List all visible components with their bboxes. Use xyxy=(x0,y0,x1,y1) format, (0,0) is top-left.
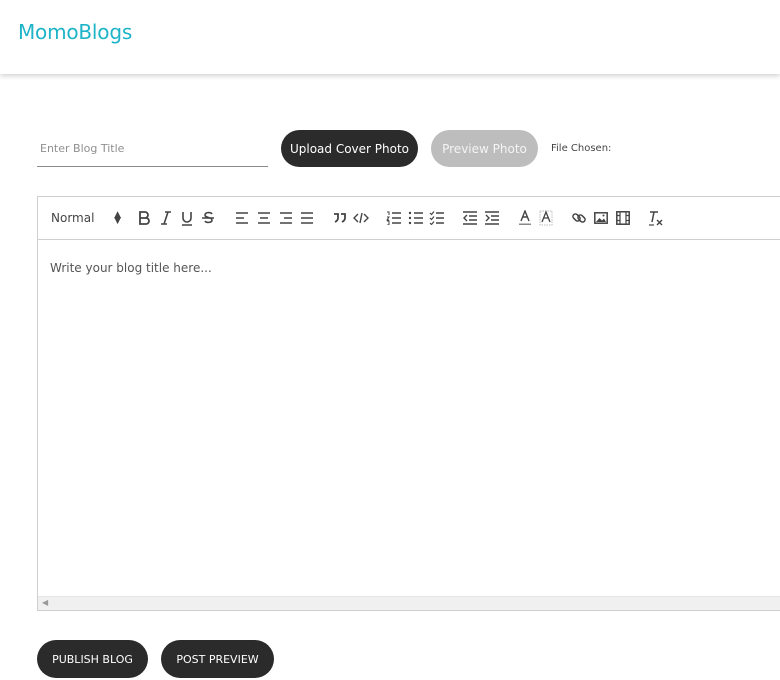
align-center-icon[interactable] xyxy=(256,208,272,228)
indent-icon[interactable] xyxy=(484,208,500,228)
bold-icon[interactable] xyxy=(136,208,152,228)
strike-icon[interactable] xyxy=(200,208,216,228)
bullet-list-icon[interactable] xyxy=(408,208,424,228)
editor-placeholder[interactable]: Write your blog title here... xyxy=(50,261,212,275)
preview-photo-button[interactable]: Preview Photo xyxy=(431,130,538,167)
image-icon[interactable] xyxy=(593,208,609,228)
upload-cover-photo-button[interactable]: Upload Cover Photo xyxy=(281,130,418,167)
horizontal-scrollbar[interactable]: ◀ xyxy=(38,596,780,610)
select-arrows-icon: ▲ ▼ xyxy=(114,210,121,226)
scroll-left-icon[interactable]: ◀ xyxy=(42,598,48,607)
link-icon[interactable] xyxy=(571,208,587,228)
header-format-select[interactable]: Normal ▲ ▼ xyxy=(51,208,121,228)
blockquote-icon[interactable] xyxy=(332,208,348,228)
align-justify-icon[interactable] xyxy=(299,208,315,228)
publish-blog-button[interactable]: PUBLISH BLOG xyxy=(37,640,148,678)
clear-format-icon[interactable] xyxy=(648,208,664,228)
align-left-icon[interactable] xyxy=(234,208,250,228)
outdent-icon[interactable] xyxy=(462,208,478,228)
file-chosen-label: File Chosen: xyxy=(551,143,612,154)
background-color-icon[interactable] xyxy=(538,208,554,228)
video-icon[interactable] xyxy=(615,208,631,228)
brand-logo[interactable]: MomoBlogs xyxy=(18,20,132,44)
underline-icon[interactable] xyxy=(179,208,195,228)
blog-title-input[interactable] xyxy=(37,130,268,167)
text-color-icon[interactable] xyxy=(517,208,533,228)
code-icon[interactable] xyxy=(353,208,369,228)
italic-icon[interactable] xyxy=(158,208,174,228)
editor-toolbar: Normal ▲ ▼ xyxy=(38,197,780,240)
check-list-icon[interactable] xyxy=(429,208,445,228)
align-right-icon[interactable] xyxy=(278,208,294,228)
ordered-list-icon[interactable] xyxy=(386,208,402,228)
navbar: MomoBlogs xyxy=(0,0,780,74)
post-preview-button[interactable]: POST PREVIEW xyxy=(161,640,274,678)
header-format-value: Normal xyxy=(51,211,95,225)
rich-text-editor: Normal ▲ ▼ Write your blog title here...… xyxy=(37,196,780,611)
